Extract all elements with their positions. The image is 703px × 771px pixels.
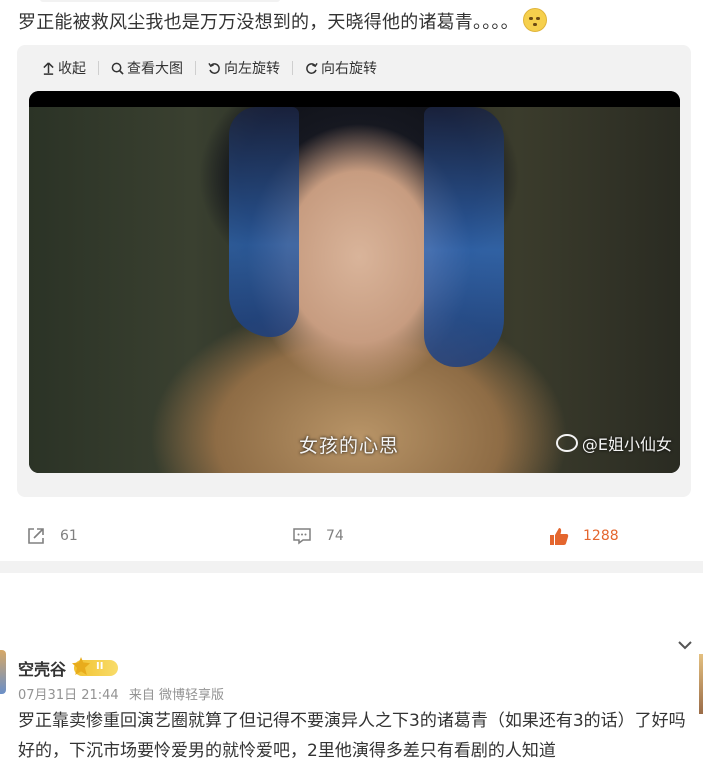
- collapse-button[interactable]: 收起: [42, 58, 86, 78]
- comment-source: 来自 微博轻享版: [128, 688, 224, 703]
- post-text: 罗正能被救风尘我也是万万没想到的，天晓得他的诸葛青。。。。: [18, 8, 547, 34]
- comment-button[interactable]: 74: [292, 526, 344, 546]
- rotate-left-button[interactable]: 向左旋转: [208, 58, 280, 78]
- comment-date[interactable]: 07月31日 21:44: [18, 688, 119, 703]
- watermark-text: @E姐小仙女: [581, 435, 672, 454]
- rotate-left-icon: [208, 62, 220, 74]
- view-large-label: 查看大图: [127, 61, 183, 77]
- avatar[interactable]: [0, 650, 6, 694]
- post-actions: 61 74 1288: [0, 526, 703, 552]
- collapse-label: 收起: [58, 61, 86, 77]
- thumb-up-icon: [550, 528, 569, 545]
- rotate-right-label: 向右旋转: [321, 61, 377, 77]
- comment-user-row: 空壳谷 II: [18, 656, 119, 680]
- previous-post-meta: [40, 0, 280, 2]
- video-subtitle: 女孩的心思: [299, 435, 400, 457]
- rotate-right-button[interactable]: 向右旋转: [305, 58, 377, 78]
- video-frame-detail: [424, 107, 504, 367]
- repost-button[interactable]: 61: [26, 526, 78, 546]
- like-count: 1288: [583, 528, 619, 544]
- video-player[interactable]: 女孩的心思 @E姐小仙女: [29, 91, 680, 473]
- comment-icon: [293, 528, 311, 545]
- weibo-logo-icon: [555, 434, 578, 452]
- thinking-emoji-icon: [522, 8, 547, 32]
- comment-text: 罗正靠卖惨重回演艺圈就算了但记得不要演异人之下3的诸葛青（如果还有3的话）了好吗…: [18, 711, 686, 761]
- user-name[interactable]: 空壳谷: [18, 656, 66, 680]
- rotate-left-label: 向左旋转: [224, 61, 280, 77]
- video-frame: [29, 107, 680, 473]
- toolbar-divider: [98, 61, 99, 75]
- side-thumbnail[interactable]: [699, 654, 703, 714]
- like-button[interactable]: 1288: [549, 526, 619, 546]
- comment-meta: 07月31日 21:44 来自 微博轻享版: [18, 684, 224, 703]
- toolbar-divider: [195, 61, 196, 75]
- section-divider: [0, 561, 703, 573]
- view-large-button[interactable]: 查看大图: [111, 58, 183, 78]
- media-card: 收起 查看大图 向左旋转 向右旋转 女孩的心思 @E姐小仙女: [17, 45, 691, 497]
- post-text-content: 罗正能被救风尘我也是万万没想到的，天晓得他的诸葛青。。。。: [18, 12, 519, 33]
- video-letterbox: [29, 91, 680, 107]
- media-toolbar: 收起 查看大图 向左旋转 向右旋转: [42, 57, 377, 79]
- arrow-up-icon: [43, 61, 54, 75]
- vip-badge[interactable]: II: [74, 660, 119, 676]
- vip-level: II: [96, 661, 104, 672]
- magnifier-icon: [111, 62, 124, 75]
- video-watermark: @E姐小仙女: [555, 431, 672, 455]
- chevron-down-icon[interactable]: [676, 636, 694, 654]
- repost-count: 61: [60, 528, 78, 544]
- toolbar-divider: [292, 61, 293, 75]
- share-icon: [28, 528, 44, 544]
- rotate-right-icon: [306, 62, 318, 74]
- video-frame-detail: [229, 107, 299, 337]
- comment-count: 74: [326, 528, 344, 544]
